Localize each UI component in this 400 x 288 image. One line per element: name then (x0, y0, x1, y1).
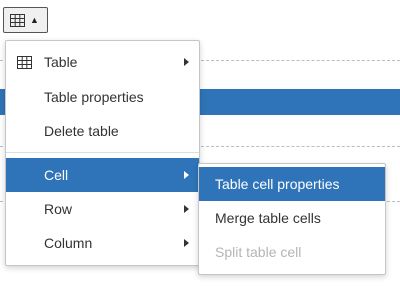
chevron-right-icon (184, 58, 189, 66)
chevron-right-icon (184, 205, 189, 213)
menu-item-label: Delete table (44, 123, 119, 139)
table-grid-icon (17, 56, 32, 69)
menu-item-row[interactable]: Row (6, 192, 199, 226)
menu-item-table[interactable]: Table (6, 45, 199, 79)
caret-up-icon: ▲ (30, 14, 39, 25)
menu-item-label: Split table cell (215, 244, 302, 260)
menu-item-merge-table-cells[interactable]: Merge table cells (199, 201, 385, 235)
table-menu-button[interactable]: ▲ (3, 7, 48, 33)
menu-item-table-properties[interactable]: Table properties (6, 80, 199, 114)
cell-submenu: Table cell properties Merge table cells … (198, 163, 386, 275)
menu-item-cell[interactable]: Cell (6, 158, 199, 192)
menu-item-table-cell-properties[interactable]: Table cell properties (199, 167, 385, 201)
menu-item-label: Table (44, 54, 78, 70)
menu-separator (6, 152, 199, 153)
menu-item-delete-table[interactable]: Delete table (6, 114, 199, 148)
menu-item-label: Row (44, 201, 73, 217)
table-menu: Table Table properties Delete table Cell… (5, 40, 200, 266)
table-grid-icon (10, 13, 25, 27)
menu-item-label: Table properties (44, 89, 144, 105)
menu-item-label: Column (44, 235, 93, 251)
menu-item-label: Merge table cells (215, 210, 321, 226)
menu-item-split-table-cell: Split table cell (199, 235, 385, 269)
menu-item-label: Cell (44, 167, 69, 183)
chevron-right-icon (184, 239, 189, 247)
menu-item-column[interactable]: Column (6, 226, 199, 260)
menu-item-label: Table cell properties (215, 176, 340, 192)
chevron-right-icon (184, 171, 189, 179)
